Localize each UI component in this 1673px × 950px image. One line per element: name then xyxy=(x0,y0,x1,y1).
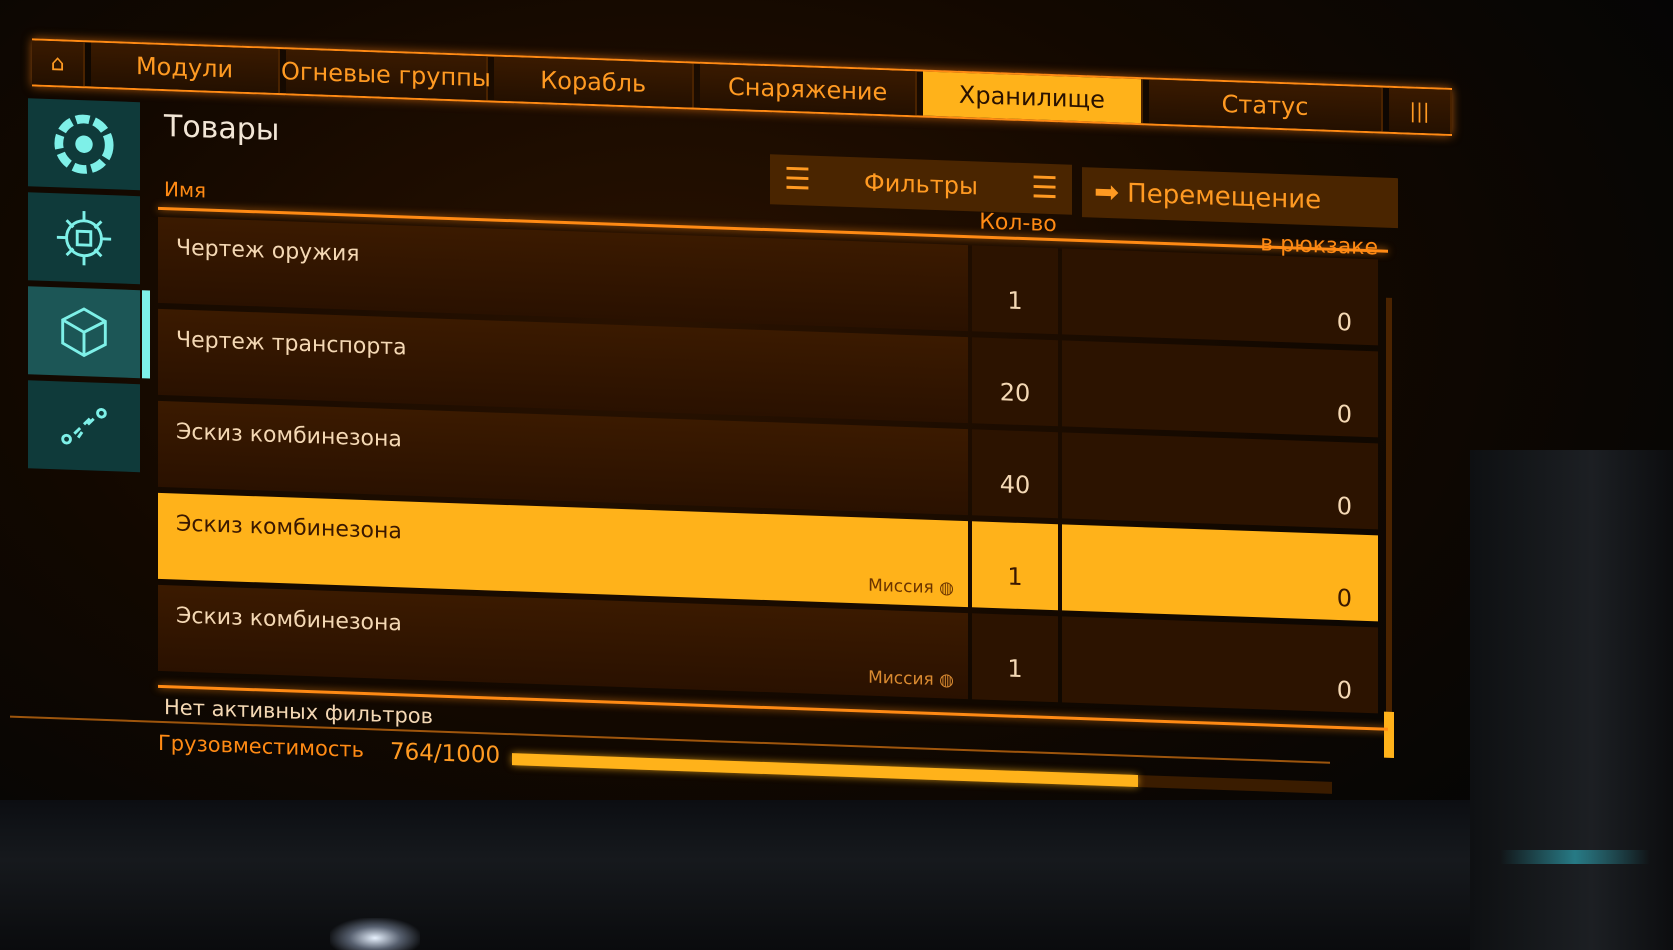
sidebar-item-chip[interactable] xyxy=(28,192,140,285)
arrow-right-icon: ➡ xyxy=(1094,174,1120,211)
tab-ship[interactable]: Корабль xyxy=(493,56,695,108)
item-name: Эскиз комбинезона xyxy=(176,511,402,545)
tab-fire-groups[interactable]: Огневые группы xyxy=(281,49,491,101)
item-backpack-qty: 0 xyxy=(1062,432,1378,530)
sidebar-item-cargo[interactable] xyxy=(28,286,140,379)
item-name: Чертеж транспорта xyxy=(176,327,407,361)
qty-column-header[interactable]: Кол-во xyxy=(968,209,1068,237)
item-qty: 20 xyxy=(972,337,1058,427)
item-name: Эскиз комбинезона xyxy=(176,419,402,453)
item-qty: 1 xyxy=(972,521,1058,611)
transfer-label: Перемещение xyxy=(1127,178,1322,216)
transfer-button[interactable]: ➡ Перемещение xyxy=(1082,167,1398,229)
item-qty: 1 xyxy=(972,245,1058,335)
list-icon: ☰ xyxy=(1031,170,1058,207)
capacity-value: 764/1000 xyxy=(390,738,501,769)
capacity-bar-fill xyxy=(512,753,1139,788)
list-icon: ☰ xyxy=(784,161,811,198)
sidebar-item-route[interactable] xyxy=(28,380,140,473)
item-backpack-qty: 0 xyxy=(1062,248,1378,346)
chip-icon xyxy=(56,211,112,266)
filters-label: Фильтры xyxy=(864,168,978,201)
ship-systems-icon xyxy=(54,114,114,174)
game-scene: ⌂ Модули Огневые группы Корабль Снаряжен… xyxy=(0,0,1673,950)
tab-equipment[interactable]: Снаряжение xyxy=(700,63,917,116)
tab-storage[interactable]: Хранилище xyxy=(922,71,1144,124)
cockpit-side-panel xyxy=(1470,450,1673,950)
item-name: Чертеж оружия xyxy=(176,235,360,267)
item-backpack-qty: 0 xyxy=(1062,616,1378,714)
sidebar xyxy=(28,98,140,478)
filters-button[interactable]: ☰ Фильтры ☰ xyxy=(770,154,1072,215)
cargo-list: Чертеж оружия 1 0 Чертеж транспорта 20 0 Эскиз… xyxy=(158,216,1378,720)
scrollbar[interactable] xyxy=(1384,297,1394,758)
capacity-label: Грузовместимость xyxy=(158,730,364,763)
route-icon xyxy=(61,407,107,445)
audio-icon[interactable]: ||| xyxy=(1389,87,1452,135)
sidebar-item-ship-systems[interactable] xyxy=(28,98,140,191)
cockpit-cyan-light xyxy=(1500,850,1650,864)
cargo-panel: Товары Имя ☰ Фильтры ☰ ➡ Перемещение Кол… xyxy=(158,105,1398,808)
name-column-header[interactable]: Имя xyxy=(164,177,206,202)
item-qty: 40 xyxy=(972,429,1058,519)
cargo-box-icon xyxy=(61,307,107,358)
home-icon[interactable]: ⌂ xyxy=(32,40,86,87)
scrollbar-thumb[interactable] xyxy=(1384,711,1394,758)
tab-status[interactable]: Статус xyxy=(1149,79,1384,132)
item-qty: 1 xyxy=(972,613,1058,703)
tab-modules[interactable]: Модули xyxy=(91,42,280,94)
inventory-hud: ⌂ Модули Огневые группы Корабль Снаряжен… xyxy=(10,30,1470,861)
mission-tag: Миссия ◍ xyxy=(868,575,954,599)
page-title: Товары xyxy=(164,109,280,149)
item-backpack-qty: 0 xyxy=(1062,340,1378,438)
mission-tag: Миссия ◍ xyxy=(868,667,954,691)
item-name: Эскиз комбинезона xyxy=(176,603,402,637)
cockpit-light xyxy=(330,918,420,950)
item-backpack-qty: 0 xyxy=(1062,524,1378,622)
